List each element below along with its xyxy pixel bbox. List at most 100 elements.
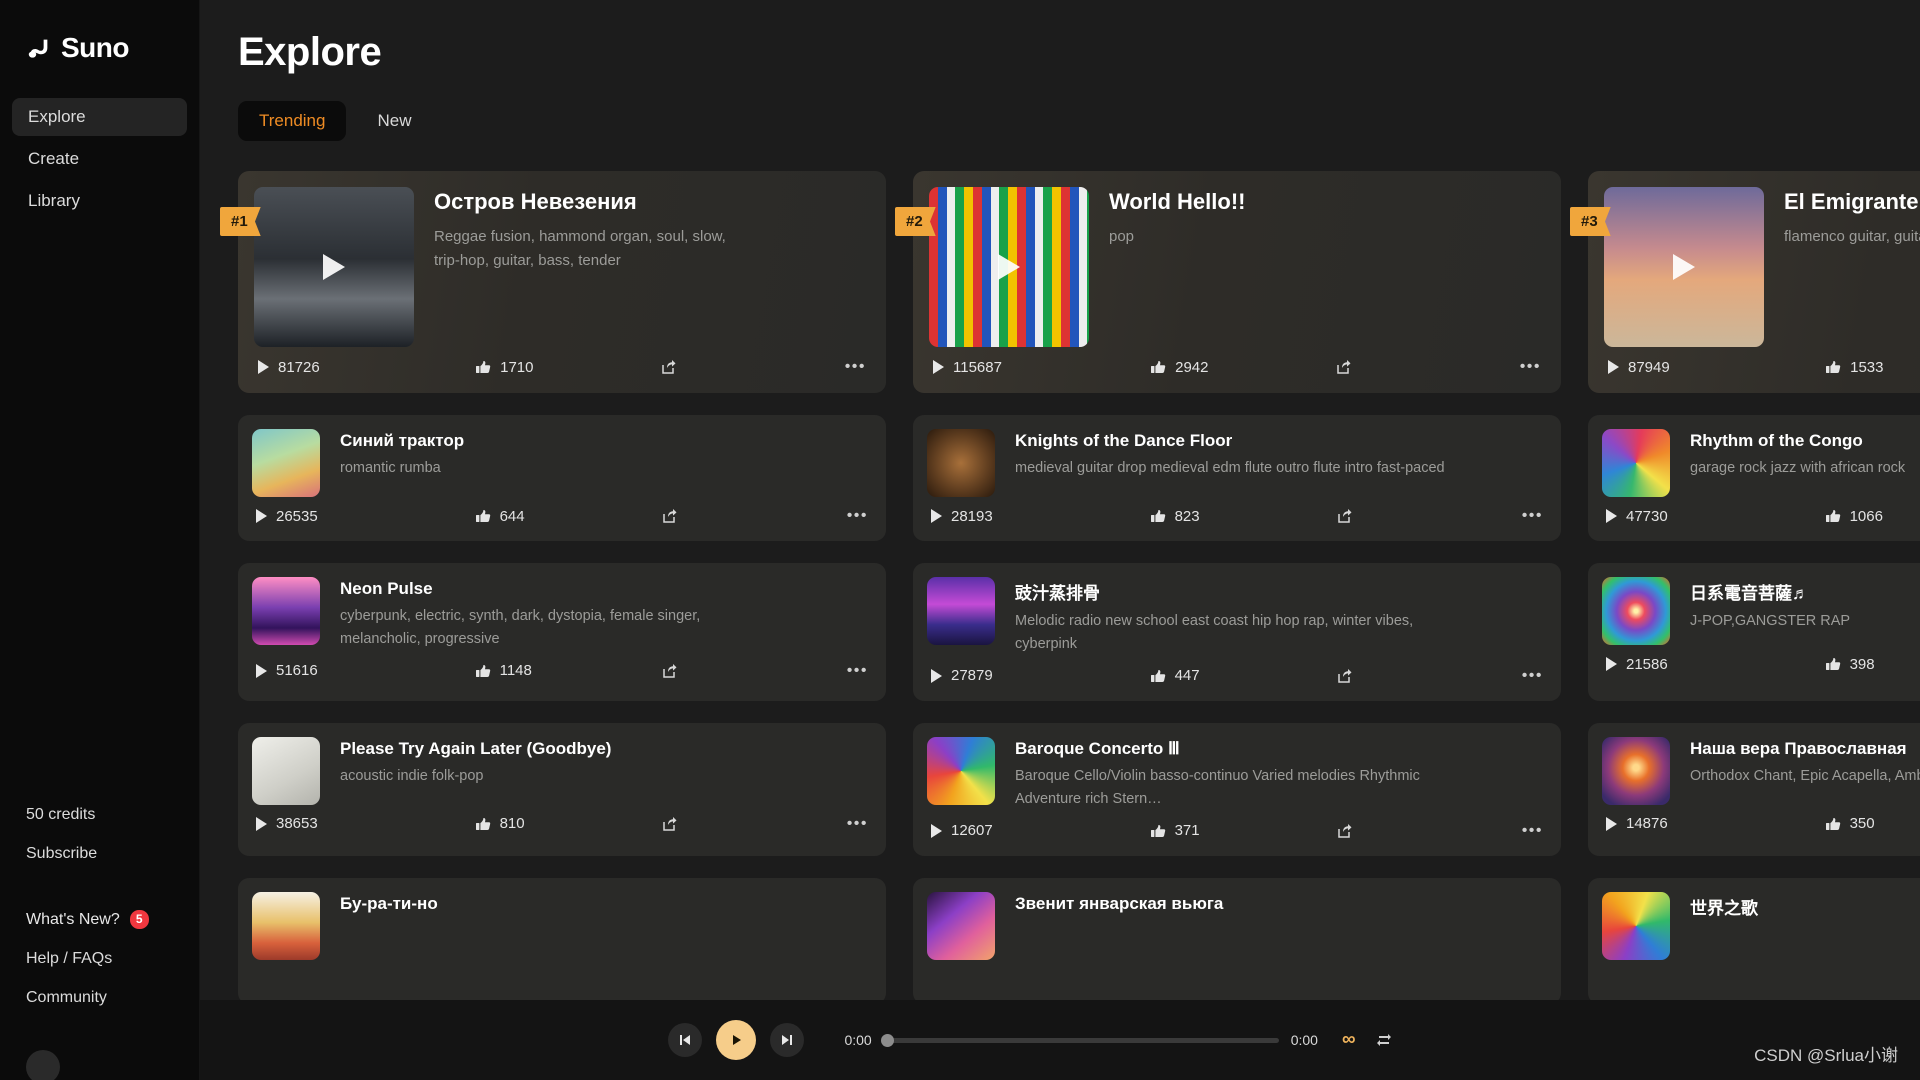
more-options-button[interactable]: ••• [847,815,868,831]
like-count[interactable]: 644 [475,508,661,525]
tab-trending[interactable]: Trending [238,101,347,141]
like-count[interactable]: 1066 [1825,508,1920,525]
like-count[interactable]: 823 [1150,508,1336,525]
card-text: Остров Невезения Reggae fusion, hammond … [434,187,870,347]
play-count[interactable]: 38653 [256,815,475,832]
play-count[interactable]: 12607 [931,822,1150,839]
subscribe-link[interactable]: Subscribe [26,845,200,863]
cover-art[interactable] [1602,891,1670,960]
song-card[interactable]: Knights of the Dance Floor medieval guit… [913,415,1561,541]
song-card[interactable]: Rhythm of the Congo garage rock jazz wit… [1588,415,1920,541]
next-button[interactable] [770,1023,805,1057]
previous-button[interactable] [668,1023,703,1057]
cover-art[interactable] [252,429,320,497]
like-count[interactable]: 2942 [1150,359,1335,376]
share-button[interactable] [660,359,845,375]
song-card[interactable]: Наша вера Православная Orthodox Chant, E… [1588,722,1920,856]
cover-art[interactable] [254,187,414,347]
cover-art[interactable] [1604,187,1764,347]
play-overlay-icon[interactable] [323,254,345,280]
brand[interactable]: Suno [0,22,199,68]
community-link[interactable]: Community [26,989,200,1007]
play-overlay-icon[interactable] [1673,254,1695,280]
sidebar-item-create[interactable]: Create [12,140,187,178]
cover-art[interactable] [927,736,995,805]
share-button[interactable] [1335,359,1520,375]
song-card[interactable]: 世界之歌 [1588,877,1920,1000]
song-card[interactable]: #2 World Hello!! pop 115687 2942 ••• [895,171,1561,393]
more-options-button[interactable]: ••• [1522,822,1543,838]
play-count[interactable]: 51616 [256,662,475,679]
more-options-button[interactable]: ••• [1522,667,1543,683]
thumbs-up-icon [1150,824,1165,837]
sidebar-item-explore[interactable]: Explore [12,98,187,136]
sidebar-nav: Explore Create Library [0,98,199,220]
play-count[interactable]: 28193 [931,508,1150,525]
song-card[interactable]: #1 Остров Невезения Reggae fusion, hammo… [220,171,886,393]
progress-track[interactable] [880,1033,1279,1047]
tab-new[interactable]: New [356,101,432,141]
share-button[interactable] [661,816,847,832]
sidebar-item-library[interactable]: Library [12,182,187,220]
song-card[interactable]: Baroque Concerto Ⅲ Baroque Cello/Violin … [913,722,1561,856]
cover-art[interactable] [1602,577,1670,645]
song-card[interactable]: 豉汁蒸排骨 Melodic radio new school east coas… [913,563,1561,701]
more-options-button[interactable]: ••• [845,359,866,375]
song-card[interactable]: Бу-ра-ти-но [238,877,886,1000]
play-count[interactable]: 47730 [1606,508,1825,525]
like-count[interactable]: 371 [1150,822,1336,839]
like-count[interactable]: 810 [475,815,661,832]
cover-art[interactable] [1602,736,1670,805]
brand-name: Suno [61,32,130,63]
cover-art[interactable] [927,429,995,497]
cover-art[interactable] [252,736,320,805]
song-title: 世界之歌 [1690,898,1758,918]
play-count[interactable]: 115687 [933,359,1150,376]
more-options-button[interactable]: ••• [1522,508,1543,524]
share-button[interactable] [661,508,847,524]
cover-art[interactable] [252,891,320,960]
song-card[interactable]: Звенит январская вьюга [913,877,1561,1000]
share-button[interactable] [661,663,847,679]
more-options-button[interactable]: ••• [847,662,868,678]
share-button[interactable] [1336,508,1522,524]
player-scrubber[interactable]: 0:00 0:00 [844,1032,1318,1048]
like-count[interactable]: 398 [1825,656,1920,673]
play-count[interactable]: 87949 [1608,359,1825,376]
play-count[interactable]: 14876 [1606,815,1825,832]
more-options-button[interactable]: ••• [1520,359,1541,375]
song-card[interactable]: #3 El Emigrante flamenco guitar, guitar,… [1570,171,1920,393]
play-count[interactable]: 27879 [931,667,1150,684]
more-options-button[interactable]: ••• [847,508,868,524]
play-count[interactable]: 81726 [258,359,475,376]
repeat-icon[interactable] [1376,1032,1392,1048]
card-body: World Hello!! pop [913,171,1561,355]
like-count[interactable]: 1533 [1825,359,1920,376]
cover-art[interactable] [1602,429,1670,497]
like-count[interactable]: 350 [1825,815,1920,832]
song-card[interactable]: 日系電音菩薩♬ J-POP,GANGSTER RAP 21586 398 [1588,563,1920,701]
play-overlay-icon[interactable] [998,254,1020,280]
cover-art[interactable] [927,577,995,645]
song-card[interactable]: Neon Pulse cyberpunk, electric, synth, d… [238,563,886,701]
whats-new-link[interactable]: What's New? 5 [26,910,200,929]
play-count[interactable]: 26535 [256,508,475,525]
like-count[interactable]: 447 [1150,667,1336,684]
share-button[interactable] [1336,823,1522,839]
help-faqs-link[interactable]: Help / FAQs [26,950,200,968]
play-button[interactable] [716,1020,757,1060]
like-count[interactable]: 1148 [475,662,661,679]
cover-art[interactable] [929,187,1089,347]
cover-art[interactable] [927,891,995,960]
song-tags: romantic rumba [340,460,441,476]
like-count[interactable]: 1710 [475,359,660,376]
avatar[interactable] [26,1050,60,1080]
share-icon [1337,823,1352,838]
song-card[interactable]: Синий трактор romantic rumba 26535 644 •… [238,415,886,541]
progress-knob[interactable] [880,1033,894,1047]
play-count[interactable]: 21586 [1606,656,1825,673]
share-button[interactable] [1336,668,1522,684]
song-card[interactable]: Please Try Again Later (Goodbye) acousti… [238,722,886,856]
infinity-icon[interactable]: ∞ [1342,1029,1355,1051]
cover-art[interactable] [252,577,320,645]
